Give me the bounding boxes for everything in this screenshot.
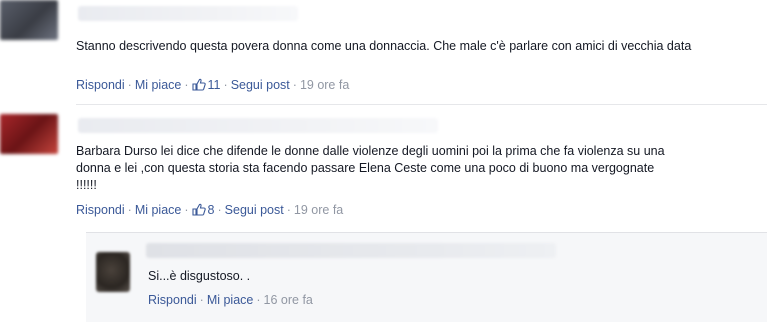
- avatar[interactable]: [0, 114, 58, 154]
- comment-text: Barbara Durso lei dice che difende le do…: [76, 144, 665, 192]
- timestamp[interactable]: 19 ore fa: [294, 203, 343, 217]
- comment-actions: Rispondi · Mi piace · 11 · Segui post · 19 ore f…: [76, 78, 350, 92]
- like-count-number: 8: [207, 203, 215, 217]
- comment-text: Stanno descrivendo questa povera donna c…: [76, 39, 692, 53]
- follow-post-link[interactable]: Segui post: [231, 78, 290, 92]
- reply-link[interactable]: Rispondi: [148, 293, 197, 307]
- like-count[interactable]: 11: [191, 78, 221, 92]
- avatar[interactable]: [96, 252, 130, 292]
- like-count-number: 11: [207, 78, 221, 92]
- thumbs-up-icon: [191, 78, 206, 91]
- commenter-name-blurred[interactable]: [146, 243, 556, 258]
- timestamp[interactable]: 16 ore fa: [264, 293, 313, 307]
- like-link[interactable]: Mi piace: [135, 78, 182, 92]
- reply-actions: Rispondi · Mi piace · 16 ore fa: [148, 293, 313, 307]
- reply-link[interactable]: Rispondi: [76, 203, 125, 217]
- avatar[interactable]: [0, 0, 58, 40]
- like-link[interactable]: Mi piace: [207, 293, 254, 307]
- divider: [76, 104, 767, 105]
- reply-text: Si...è disgustoso. .: [148, 269, 251, 283]
- like-count[interactable]: 8: [191, 203, 215, 217]
- commenter-name-blurred[interactable]: [78, 6, 298, 21]
- commenter-name-blurred[interactable]: [78, 118, 438, 133]
- comment-actions: Rispondi · Mi piace · 8 · Segui post · 19 ore fa: [76, 203, 344, 217]
- like-link[interactable]: Mi piace: [135, 203, 182, 217]
- follow-post-link[interactable]: Segui post: [225, 203, 284, 217]
- reply-link[interactable]: Rispondi: [76, 78, 125, 92]
- thumbs-up-icon: [191, 203, 206, 216]
- timestamp[interactable]: 19 ore fa: [300, 78, 349, 92]
